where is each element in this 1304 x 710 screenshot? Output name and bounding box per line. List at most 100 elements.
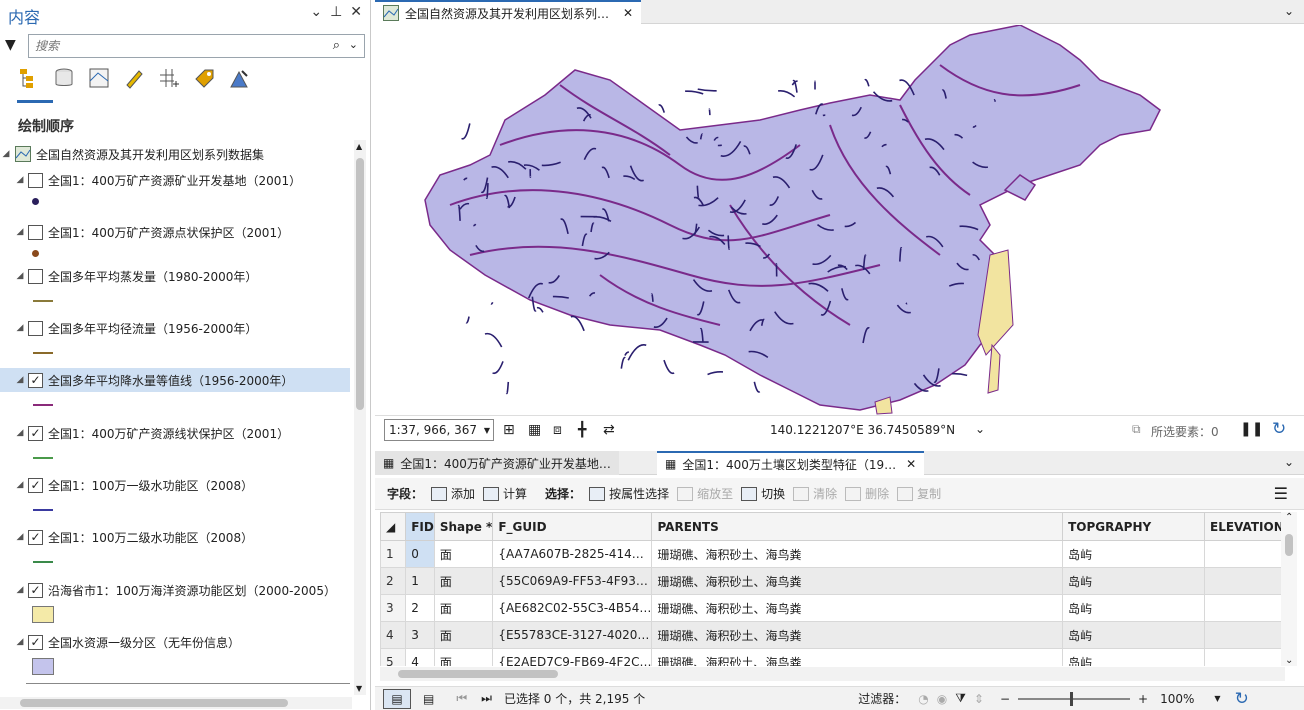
coordinate-format-chevron-icon[interactable]: ⌄ (975, 422, 985, 436)
add-field-button[interactable]: 添加 (431, 485, 475, 502)
cell-f-guid[interactable]: {55C069A9-FF53-4F93… (492, 567, 653, 595)
zoom-slider-handle[interactable] (1070, 691, 1074, 706)
layer-visibility-checkbox[interactable] (28, 268, 43, 284)
layer-symbol-line[interactable] (33, 509, 53, 511)
expand-triangle-icon[interactable]: ◢ (14, 375, 26, 385)
table-tab-soil[interactable]: ▦ 全国1：400万土壤区划类型特征（19… ✕ (657, 451, 925, 475)
correction-icon[interactable]: ⇄ (603, 422, 615, 438)
table-row[interactable]: 1 0 面 {AA7A607B-2825-414… 珊瑚礁、海积砂土、海鸟粪 岛屿 (380, 540, 1285, 568)
filter-icon[interactable]: ▼ (5, 37, 16, 53)
close-pane-icon[interactable]: ✕ (350, 4, 362, 20)
layer-row[interactable]: ◢ ✓ 全国1：100万一级水功能区（2008） (0, 473, 350, 497)
layer-symbol-line[interactable] (33, 457, 53, 459)
layer-visibility-checkbox[interactable]: ✓ (28, 372, 43, 388)
scroll-up-icon[interactable]: ▲ (356, 142, 362, 151)
cell-fid[interactable]: 4 (405, 648, 435, 666)
layer-row[interactable]: ◢ ✓ 全国多年平均降水量等值线（1956-2000年） (0, 368, 350, 392)
table-row[interactable]: 4 3 面 {E55783CE-3127-4020… 珊瑚礁、海积砂土、海鸟粪 岛屿 (380, 621, 1285, 649)
layer-symbol-fill[interactable] (32, 606, 54, 623)
expand-triangle-icon[interactable]: ◢ (14, 532, 26, 542)
layer-visibility-checkbox[interactable] (28, 224, 43, 240)
select-all-corner[interactable]: ◢ (380, 512, 407, 541)
column-header-f-guid[interactable]: F_GUID (492, 512, 653, 541)
cell-shape[interactable]: 面 (433, 567, 494, 595)
layer-visibility-checkbox[interactable] (28, 320, 43, 336)
table-row[interactable]: 5 4 面 {E2AED7C9-FB69-4F2C… 珊瑚礁、海积砂土、海鸟粪 岛屿 (380, 648, 1285, 666)
cell-fid[interactable]: 2 (405, 594, 435, 622)
zoom-to-button[interactable]: 缩放至 (677, 485, 733, 502)
close-tab-icon[interactable]: ✕ (906, 457, 916, 471)
cell-parents[interactable]: 珊瑚礁、海积砂土、海鸟粪 (651, 648, 1064, 666)
scroll-down-icon[interactable]: ▼ (356, 684, 362, 693)
map-canvas[interactable] (380, 25, 1299, 415)
show-selected-records-icon[interactable]: ▤ (423, 692, 434, 706)
pane-menu-chevron-icon[interactable]: ⌄ (310, 4, 322, 20)
expand-triangle-icon[interactable]: ◢ (14, 480, 26, 490)
root-layer-row[interactable]: ◢ 全国自然资源及其开发利用区划系列数据集 (0, 142, 350, 166)
expand-triangle-icon[interactable]: ◢ (0, 149, 12, 159)
snapping-icon[interactable]: ╋ (578, 422, 586, 438)
cell-f-guid[interactable]: {AE682C02-55C3-4B54… (492, 594, 653, 622)
cell-parents[interactable]: 珊瑚礁、海积砂土、海鸟粪 (651, 594, 1064, 622)
column-header-shape[interactable]: Shape * (433, 512, 494, 541)
layer-symbol-line[interactable] (33, 352, 53, 354)
expand-triangle-icon[interactable]: ◢ (14, 585, 26, 595)
select-by-attributes-button[interactable]: 按属性选择 (589, 485, 669, 502)
layer-visibility-checkbox[interactable]: ✓ (28, 582, 43, 598)
expand-triangle-icon[interactable]: ◢ (14, 323, 26, 333)
editing-view-icon[interactable] (123, 66, 145, 90)
labeling-view-icon[interactable] (193, 66, 215, 90)
constraints-icon[interactable]: ⧈ (553, 422, 562, 438)
layer-row[interactable]: ◢ 全国1：400万矿产资源点状保护区（2001） (0, 220, 350, 244)
cell-elevation[interactable] (1204, 567, 1285, 595)
table-tab-list-chevron-icon[interactable]: ⌄ (1284, 455, 1294, 469)
layer-row[interactable]: ◢ ✓ 全国1：100万二级水功能区（2008） (0, 525, 350, 549)
expand-triangle-icon[interactable]: ◢ (14, 428, 26, 438)
scroll-up-icon[interactable]: ⌃ (1285, 512, 1293, 523)
cell-fid[interactable]: 1 (405, 567, 435, 595)
layer-row[interactable]: ◢ ✓ 全国水资源一级分区（无年份信息） (0, 630, 350, 654)
cell-topgraphy[interactable]: 岛屿 (1062, 540, 1205, 568)
cell-elevation[interactable] (1204, 594, 1285, 622)
next-record-icon[interactable]: ⏭ (481, 691, 492, 706)
column-header-fid[interactable]: FID (405, 512, 435, 541)
cell-fid[interactable]: 3 (405, 621, 435, 649)
map-view-tab[interactable]: 全国自然资源及其开发利用区划系列… ✕ (375, 0, 642, 24)
cell-parents[interactable]: 珊瑚礁、海积砂土、海鸟粪 (651, 621, 1064, 649)
contents-horizontal-scrollbar[interactable] (0, 697, 352, 709)
column-header-elevation[interactable]: ELEVATION (1204, 512, 1285, 541)
scrollbar-thumb[interactable] (1285, 534, 1293, 556)
contents-vertical-scrollbar[interactable]: ▲ ▼ (354, 140, 366, 695)
cell-elevation[interactable] (1204, 648, 1285, 666)
layer-visibility-checkbox[interactable]: ✓ (28, 634, 43, 650)
scrollbar-thumb[interactable] (20, 699, 288, 707)
zoom-dropdown-icon[interactable]: ▼ (1214, 694, 1220, 703)
clear-selection-button[interactable]: 清除 (793, 485, 837, 502)
table-row[interactable]: 3 2 面 {AE682C02-55C3-4B54… 珊瑚礁、海积砂土、海鸟粪 岛屿 (380, 594, 1285, 622)
layer-symbol-point[interactable] (32, 250, 39, 257)
scrollbar-thumb[interactable] (398, 670, 558, 678)
scale-dropdown-icon[interactable]: ▼ (484, 426, 490, 435)
snapping-view-icon[interactable] (158, 66, 180, 90)
zoom-in-icon[interactable]: + (1138, 692, 1148, 706)
search-box[interactable]: ⌕ ⌄ (28, 34, 365, 58)
tab-list-chevron-icon[interactable]: ⌄ (1284, 4, 1294, 18)
cell-f-guid[interactable]: {E55783CE-3127-4020… (492, 621, 653, 649)
data-source-icon[interactable] (53, 66, 75, 90)
charting-view-icon[interactable] (228, 66, 250, 90)
row-number[interactable]: 1 (380, 540, 407, 568)
cell-f-guid[interactable]: {AA7A607B-2825-414… (492, 540, 653, 568)
cell-shape[interactable]: 面 (433, 594, 494, 622)
close-tab-icon[interactable]: ✕ (623, 6, 633, 20)
expand-triangle-icon[interactable]: ◢ (14, 637, 26, 647)
layer-visibility-checkbox[interactable]: ✓ (28, 425, 43, 441)
zoom-slider[interactable] (1018, 691, 1131, 706)
row-number[interactable]: 4 (380, 621, 407, 649)
scrollbar-thumb[interactable] (356, 158, 364, 410)
search-input[interactable] (29, 35, 309, 57)
cell-elevation[interactable] (1204, 621, 1285, 649)
table-vertical-scrollbar[interactable]: ⌃ ⌄ (1281, 512, 1297, 666)
row-number[interactable]: 5 (380, 648, 407, 666)
extent-filter-icon[interactable]: ◔ (918, 692, 928, 706)
table-row[interactable]: 2 1 面 {55C069A9-FF53-4F93… 珊瑚礁、海积砂土、海鸟粪 岛屿 (380, 567, 1285, 595)
